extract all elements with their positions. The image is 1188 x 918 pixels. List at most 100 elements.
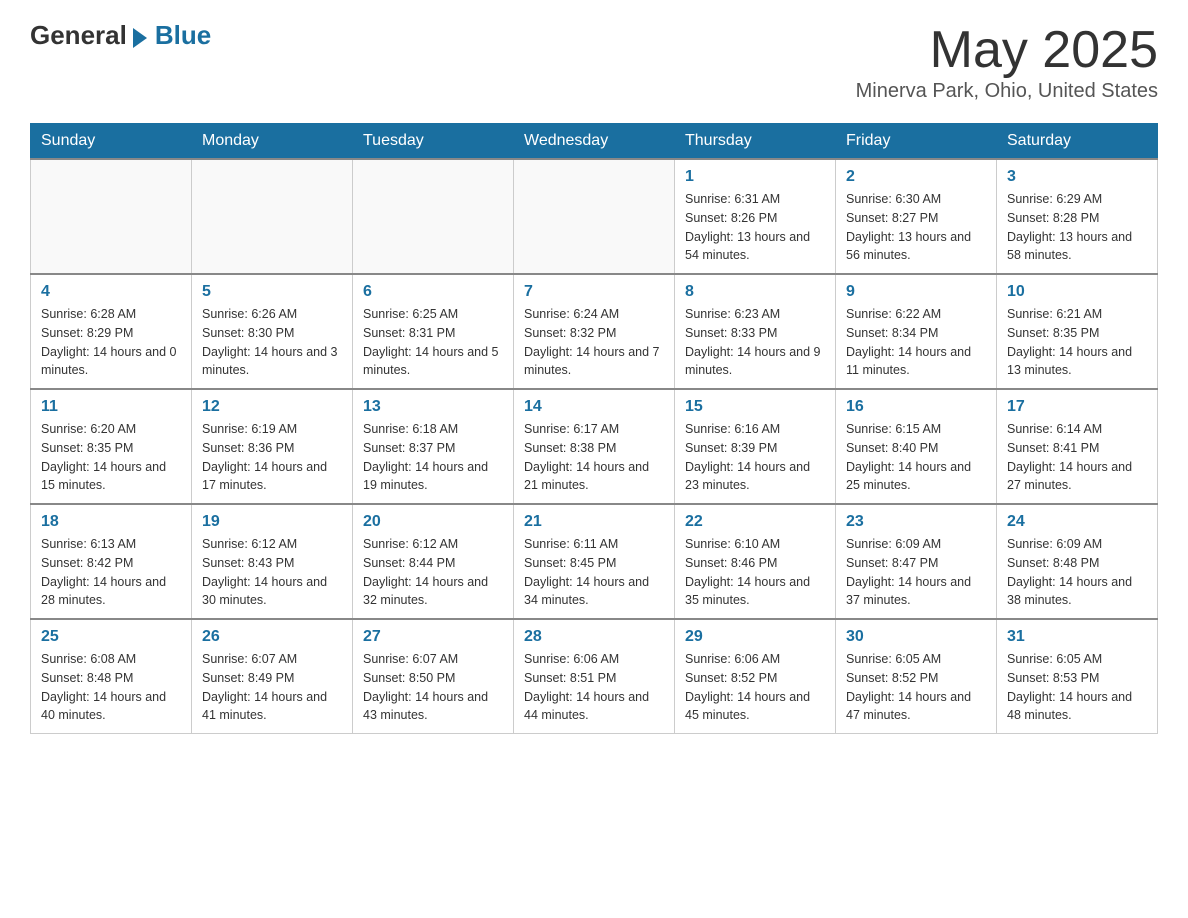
col-saturday: Saturday — [997, 124, 1158, 160]
week-row-1: 1Sunrise: 6:31 AMSunset: 8:26 PMDaylight… — [31, 159, 1158, 274]
day-info: Sunrise: 6:07 AMSunset: 8:49 PMDaylight:… — [202, 650, 342, 725]
calendar-cell: 27 Sunrise: 6:07 AMSunset: 8:50 PMDayligh… — [353, 619, 514, 734]
calendar-cell: 23 Sunrise: 6:09 AMSunset: 8:47 PMDayligh… — [836, 504, 997, 619]
calendar-cell: 30Sunrise: 6:05 AMSunset: 8:52 PMDayligh… — [836, 619, 997, 734]
day-number: 28 — [524, 628, 664, 646]
col-tuesday: Tuesday — [353, 124, 514, 160]
day-number: 29 — [685, 628, 825, 646]
calendar-cell: 3Sunrise: 6:29 AMSunset: 8:28 PMDaylight… — [997, 159, 1158, 274]
day-info: Sunrise: 6:09 AMSunset: 8:48 PMDaylight:… — [1007, 535, 1147, 610]
calendar-cell: 1Sunrise: 6:31 AMSunset: 8:26 PMDaylight… — [675, 159, 836, 274]
day-info: Sunrise: 6:18 AMSunset: 8:37 PMDaylight:… — [363, 420, 503, 495]
day-info: Sunrise: 6:06 AMSunset: 8:52 PMDaylight:… — [685, 650, 825, 725]
calendar-cell: 18 Sunrise: 6:13 AMSunset: 8:42 PMDayligh… — [31, 504, 192, 619]
day-number: 5 — [202, 283, 342, 301]
day-info: Sunrise: 6:12 AMSunset: 8:43 PMDaylight:… — [202, 535, 342, 610]
day-number: 4 — [41, 283, 181, 301]
day-info: Sunrise: 6:30 AMSunset: 8:27 PMDaylight:… — [846, 190, 986, 265]
col-friday: Friday — [836, 124, 997, 160]
calendar-cell: 24Sunrise: 6:09 AMSunset: 8:48 PMDayligh… — [997, 504, 1158, 619]
calendar-cell: 7 Sunrise: 6:24 AMSunset: 8:32 PMDaylight… — [514, 274, 675, 389]
day-number: 26 — [202, 628, 342, 646]
calendar-cell: 4 Sunrise: 6:28 AMSunset: 8:29 PMDaylight… — [31, 274, 192, 389]
logo: General Blue — [30, 20, 211, 51]
day-number: 17 — [1007, 398, 1147, 416]
day-info: Sunrise: 6:28 AMSunset: 8:29 PMDaylight:… — [41, 305, 181, 380]
col-thursday: Thursday — [675, 124, 836, 160]
day-number: 15 — [685, 398, 825, 416]
day-info: Sunrise: 6:19 AMSunset: 8:36 PMDaylight:… — [202, 420, 342, 495]
calendar-cell — [514, 159, 675, 274]
calendar-cell: 25 Sunrise: 6:08 AMSunset: 8:48 PMDayligh… — [31, 619, 192, 734]
calendar-cell: 20 Sunrise: 6:12 AMSunset: 8:44 PMDayligh… — [353, 504, 514, 619]
day-number: 31 — [1007, 628, 1147, 646]
day-number: 9 — [846, 283, 986, 301]
day-info: Sunrise: 6:13 AMSunset: 8:42 PMDaylight:… — [41, 535, 181, 610]
calendar-cell: 29 Sunrise: 6:06 AMSunset: 8:52 PMDayligh… — [675, 619, 836, 734]
day-info: Sunrise: 6:24 AMSunset: 8:32 PMDaylight:… — [524, 305, 664, 380]
location-subtitle: Minerva Park, Ohio, United States — [856, 80, 1158, 103]
day-info: Sunrise: 6:10 AMSunset: 8:46 PMDaylight:… — [685, 535, 825, 610]
logo-general-text: General — [30, 20, 127, 51]
day-number: 19 — [202, 513, 342, 531]
page-header: General Blue May 2025 Minerva Park, Ohio… — [30, 20, 1158, 103]
day-number: 8 — [685, 283, 825, 301]
day-info: Sunrise: 6:08 AMSunset: 8:48 PMDaylight:… — [41, 650, 181, 725]
calendar-cell: 26 Sunrise: 6:07 AMSunset: 8:49 PMDayligh… — [192, 619, 353, 734]
calendar-cell: 21 Sunrise: 6:11 AMSunset: 8:45 PMDayligh… — [514, 504, 675, 619]
day-info: Sunrise: 6:25 AMSunset: 8:31 PMDaylight:… — [363, 305, 503, 380]
calendar-cell: 2 Sunrise: 6:30 AMSunset: 8:27 PMDaylight… — [836, 159, 997, 274]
day-info: Sunrise: 6:16 AMSunset: 8:39 PMDaylight:… — [685, 420, 825, 495]
day-info: Sunrise: 6:29 AMSunset: 8:28 PMDaylight:… — [1007, 190, 1147, 265]
calendar-cell: 10 Sunrise: 6:21 AMSunset: 8:35 PMDayligh… — [997, 274, 1158, 389]
col-wednesday: Wednesday — [514, 124, 675, 160]
day-number: 20 — [363, 513, 503, 531]
day-info: Sunrise: 6:26 AMSunset: 8:30 PMDaylight:… — [202, 305, 342, 380]
col-sunday: Sunday — [31, 124, 192, 160]
day-number: 27 — [363, 628, 503, 646]
title-section: May 2025 Minerva Park, Ohio, United Stat… — [856, 20, 1158, 103]
day-info: Sunrise: 6:07 AMSunset: 8:50 PMDaylight:… — [363, 650, 503, 725]
day-info: Sunrise: 6:21 AMSunset: 8:35 PMDaylight:… — [1007, 305, 1147, 380]
calendar-cell: 12 Sunrise: 6:19 AMSunset: 8:36 PMDayligh… — [192, 389, 353, 504]
calendar-cell — [192, 159, 353, 274]
calendar-cell: 31Sunrise: 6:05 AMSunset: 8:53 PMDayligh… — [997, 619, 1158, 734]
day-number: 23 — [846, 513, 986, 531]
day-info: Sunrise: 6:09 AMSunset: 8:47 PMDaylight:… — [846, 535, 986, 610]
month-year-title: May 2025 — [856, 20, 1158, 80]
day-number: 16 — [846, 398, 986, 416]
calendar-header-row: Sunday Monday Tuesday Wednesday Thursday… — [31, 124, 1158, 160]
day-info: Sunrise: 6:20 AMSunset: 8:35 PMDaylight:… — [41, 420, 181, 495]
day-info: Sunrise: 6:12 AMSunset: 8:44 PMDaylight:… — [363, 535, 503, 610]
col-monday: Monday — [192, 124, 353, 160]
calendar-cell: 28Sunrise: 6:06 AMSunset: 8:51 PMDayligh… — [514, 619, 675, 734]
day-info: Sunrise: 6:31 AMSunset: 8:26 PMDaylight:… — [685, 190, 825, 265]
calendar-cell: 8Sunrise: 6:23 AMSunset: 8:33 PMDaylight… — [675, 274, 836, 389]
day-number: 14 — [524, 398, 664, 416]
day-info: Sunrise: 6:11 AMSunset: 8:45 PMDaylight:… — [524, 535, 664, 610]
day-number: 6 — [363, 283, 503, 301]
day-number: 2 — [846, 168, 986, 186]
calendar-table: Sunday Monday Tuesday Wednesday Thursday… — [30, 123, 1158, 734]
week-row-5: 25 Sunrise: 6:08 AMSunset: 8:48 PMDayligh… — [31, 619, 1158, 734]
week-row-4: 18 Sunrise: 6:13 AMSunset: 8:42 PMDayligh… — [31, 504, 1158, 619]
day-number: 18 — [41, 513, 181, 531]
day-info: Sunrise: 6:05 AMSunset: 8:52 PMDaylight:… — [846, 650, 986, 725]
week-row-3: 11 Sunrise: 6:20 AMSunset: 8:35 PMDayligh… — [31, 389, 1158, 504]
calendar-cell: 13 Sunrise: 6:18 AMSunset: 8:37 PMDayligh… — [353, 389, 514, 504]
day-info: Sunrise: 6:14 AMSunset: 8:41 PMDaylight:… — [1007, 420, 1147, 495]
day-info: Sunrise: 6:15 AMSunset: 8:40 PMDaylight:… — [846, 420, 986, 495]
day-number: 21 — [524, 513, 664, 531]
day-number: 12 — [202, 398, 342, 416]
calendar-cell — [31, 159, 192, 274]
day-number: 7 — [524, 283, 664, 301]
day-number: 13 — [363, 398, 503, 416]
calendar-cell: 11 Sunrise: 6:20 AMSunset: 8:35 PMDayligh… — [31, 389, 192, 504]
logo-arrow-icon — [133, 28, 147, 48]
calendar-cell: 16 Sunrise: 6:15 AMSunset: 8:40 PMDayligh… — [836, 389, 997, 504]
day-number: 10 — [1007, 283, 1147, 301]
calendar-cell: 17 Sunrise: 6:14 AMSunset: 8:41 PMDayligh… — [997, 389, 1158, 504]
day-number: 25 — [41, 628, 181, 646]
calendar-cell: 19 Sunrise: 6:12 AMSunset: 8:43 PMDayligh… — [192, 504, 353, 619]
day-number: 11 — [41, 398, 181, 416]
